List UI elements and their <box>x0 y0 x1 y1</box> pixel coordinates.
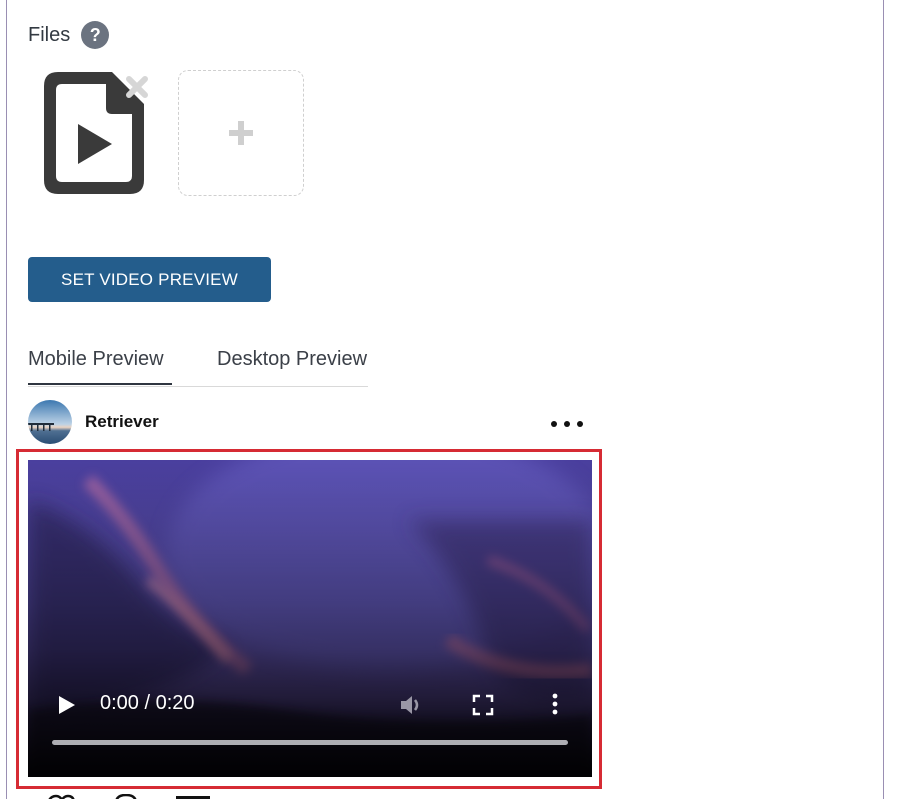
more-horizontal-icon[interactable] <box>550 414 586 430</box>
video-player[interactable]: 0:00 / 0:20 <box>28 460 592 777</box>
help-icon[interactable]: ? <box>81 21 110 49</box>
page: Files ? SET VIDEO PREVIEW Mobile Preview… <box>0 0 904 799</box>
set-video-preview-button[interactable]: SET VIDEO PREVIEW <box>28 257 271 302</box>
video-frame <box>28 460 592 777</box>
panel-left-border <box>6 0 7 799</box>
files-header: Files ? <box>28 21 110 49</box>
remove-file-icon[interactable] <box>122 72 152 102</box>
fullscreen-icon[interactable] <box>472 694 494 716</box>
tab-desktop-preview[interactable]: Desktop Preview <box>217 348 367 371</box>
plus-icon <box>229 121 253 145</box>
panel-right-border <box>883 0 884 799</box>
volume-icon[interactable] <box>398 692 424 718</box>
post-author-name[interactable]: Retriever <box>85 412 159 432</box>
post-header: Retriever <box>28 400 588 444</box>
add-file-button[interactable] <box>178 70 304 196</box>
post-action-icons <box>40 790 220 799</box>
video-progress-bar[interactable] <box>52 740 568 745</box>
active-tab-indicator <box>28 383 172 385</box>
more-vertical-icon[interactable] <box>548 692 562 718</box>
files-label: Files <box>28 23 71 46</box>
comment-icon <box>115 793 137 799</box>
avatar[interactable] <box>28 400 72 444</box>
preview-tabs: Mobile Preview Desktop Preview <box>28 340 368 387</box>
video-time-display: 0:00 / 0:20 <box>100 692 195 714</box>
tab-mobile-preview[interactable]: Mobile Preview <box>28 348 164 371</box>
play-icon[interactable] <box>56 693 78 717</box>
